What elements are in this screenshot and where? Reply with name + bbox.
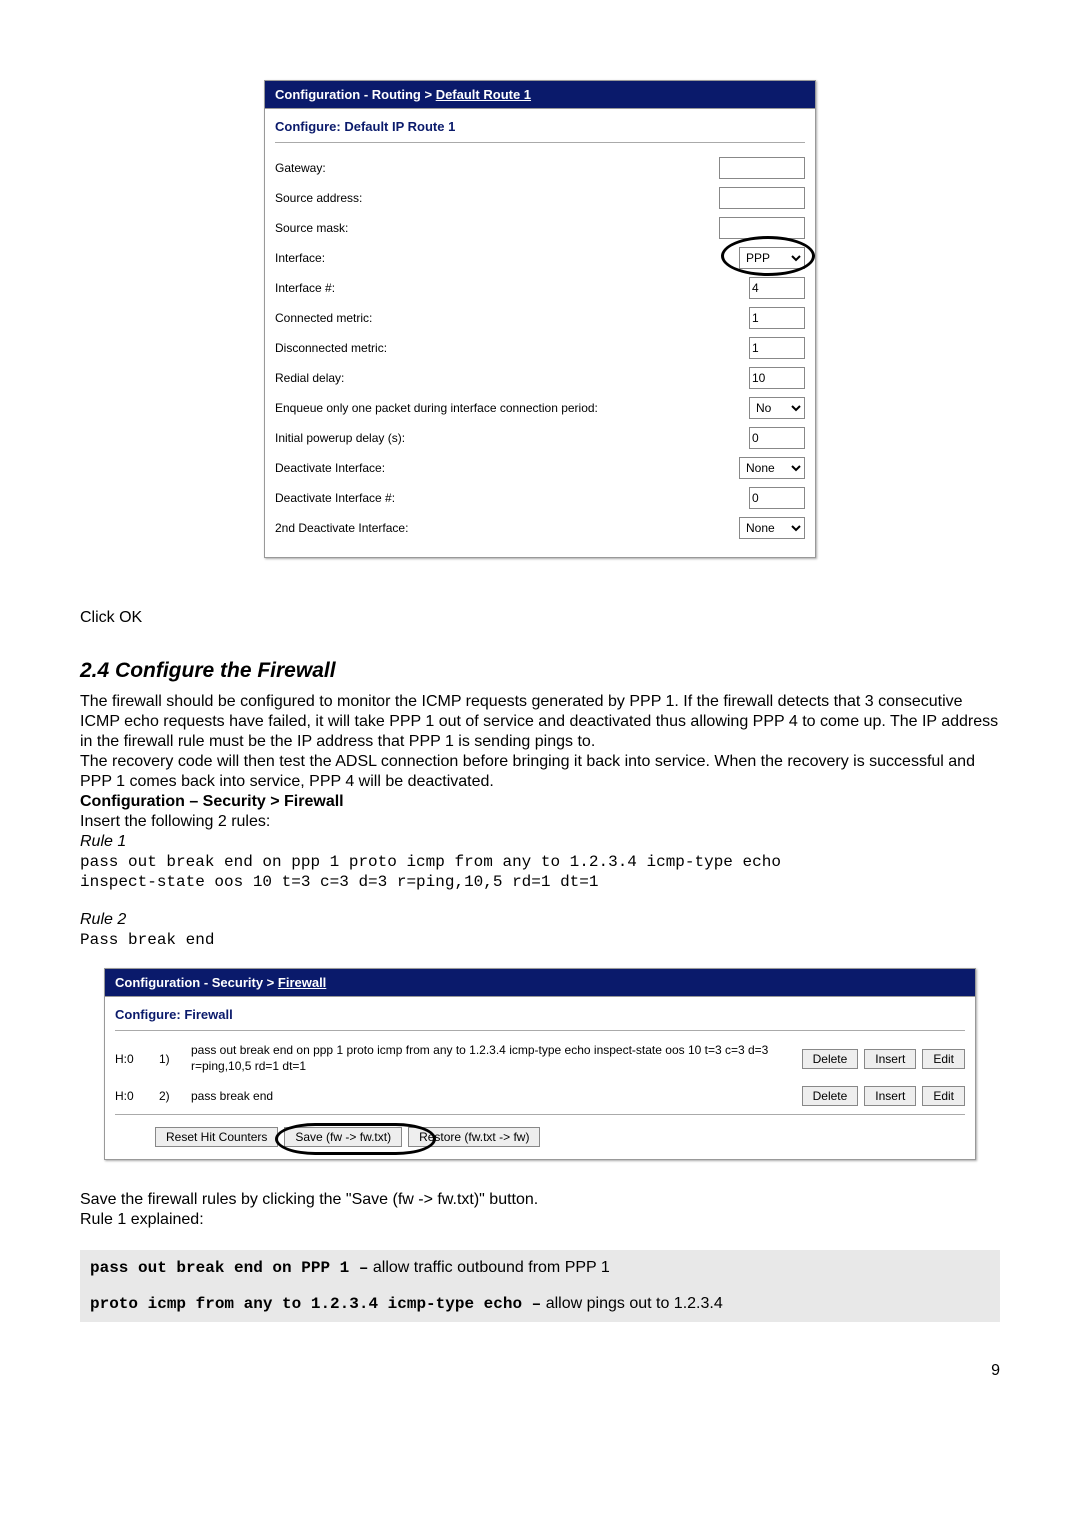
interface-num-label: Interface #: [275,281,335,295]
conn-metric-input[interactable] [749,307,805,329]
src-addr-input[interactable] [719,187,805,209]
hit-counter: H:0 [115,1089,145,1103]
disc-metric-input[interactable] [749,337,805,359]
paragraph-1: The firewall should be configured to mon… [80,692,1000,752]
config-path: Configuration – Security > Firewall [80,792,1000,812]
deact-if-label: Deactivate Interface: [275,461,385,475]
explain-code-2: proto icmp from any to 1.2.3.4 icmp-type… [90,1295,541,1313]
rule2-label: Rule 2 [80,910,1000,930]
breadcrumb-link[interactable]: Firewall [278,975,326,990]
interface-label: Interface: [275,251,325,265]
gateway-label: Gateway: [275,161,326,175]
rule-index: 2) [159,1089,177,1103]
rule-text: pass break end [191,1089,788,1105]
delete-button[interactable]: Delete [802,1086,859,1106]
page-number: 9 [80,1362,1000,1380]
gateway-input[interactable] [719,157,805,179]
breadcrumb-text: Configuration - Security [115,975,263,990]
src-addr-label: Source address: [275,191,362,205]
deact-if-num-input[interactable] [749,487,805,509]
disc-metric-label: Disconnected metric: [275,341,387,355]
powerup-input[interactable] [749,427,805,449]
breadcrumb-text: Configuration - Routing [275,87,421,102]
deact-if2-select[interactable]: None [739,517,805,539]
conn-metric-label: Connected metric: [275,311,372,325]
insert-instruction: Insert the following 2 rules: [80,812,1000,832]
reset-hit-counters-button[interactable]: Reset Hit Counters [155,1127,278,1147]
rule2-code: Pass break end [80,930,1000,950]
interface-num-input[interactable] [749,277,805,299]
section-heading: 2.4 Configure the Firewall [80,658,1000,684]
annotation-circle [721,236,815,276]
explain-code-1: pass out break end on PPP 1 – [90,1259,368,1277]
enqueue-label: Enqueue only one packet during interface… [275,401,598,415]
annotation-oval [275,1123,436,1155]
deact-if2-label: 2nd Deactivate Interface: [275,521,408,535]
firewall-section-title: Configure: Firewall [105,997,975,1028]
paragraph-2: The recovery code will then test the ADS… [80,752,1000,792]
firewall-rule-row: H:0 2) pass break end Delete Insert Edit [105,1080,975,1112]
route-config-panel: Configuration - Routing > Default Route … [264,80,816,558]
firewall-panel: Configuration - Security > Firewall Conf… [104,968,976,1160]
save-instruction: Save the firewall rules by clicking the … [80,1190,1000,1210]
explain-text-1: allow traffic outbound from PPP 1 [368,1259,609,1276]
rule-index: 1) [159,1052,177,1066]
explanation-block: pass out break end on PPP 1 – allow traf… [80,1250,1000,1322]
edit-button[interactable]: Edit [922,1049,965,1069]
delete-button[interactable]: Delete [802,1049,859,1069]
enqueue-select[interactable]: No [749,397,805,419]
insert-button[interactable]: Insert [864,1049,916,1069]
insert-button[interactable]: Insert [864,1086,916,1106]
deact-if-num-label: Deactivate Interface #: [275,491,395,505]
explain-text-2: allow pings out to 1.2.3.4 [541,1295,722,1312]
route-breadcrumb: Configuration - Routing > Default Route … [265,81,815,109]
click-ok-text: Click OK [80,608,1000,628]
rule1-explained-label: Rule 1 explained: [80,1210,1000,1230]
redial-input[interactable] [749,367,805,389]
breadcrumb-link[interactable]: Default Route 1 [436,87,531,102]
firewall-rule-row: H:0 1) pass out break end on ppp 1 proto… [105,1037,975,1080]
firewall-breadcrumb: Configuration - Security > Firewall [105,969,975,997]
edit-button[interactable]: Edit [922,1086,965,1106]
rule1-code: pass out break end on ppp 1 proto icmp f… [80,852,1000,892]
src-mask-label: Source mask: [275,221,348,235]
deact-if-select[interactable]: None [739,457,805,479]
rule1-label: Rule 1 [80,832,1000,852]
rule-text: pass out break end on ppp 1 proto icmp f… [191,1043,788,1074]
hit-counter: H:0 [115,1052,145,1066]
powerup-label: Initial powerup delay (s): [275,431,405,445]
redial-label: Redial delay: [275,371,344,385]
route-section-title: Configure: Default IP Route 1 [265,109,815,140]
